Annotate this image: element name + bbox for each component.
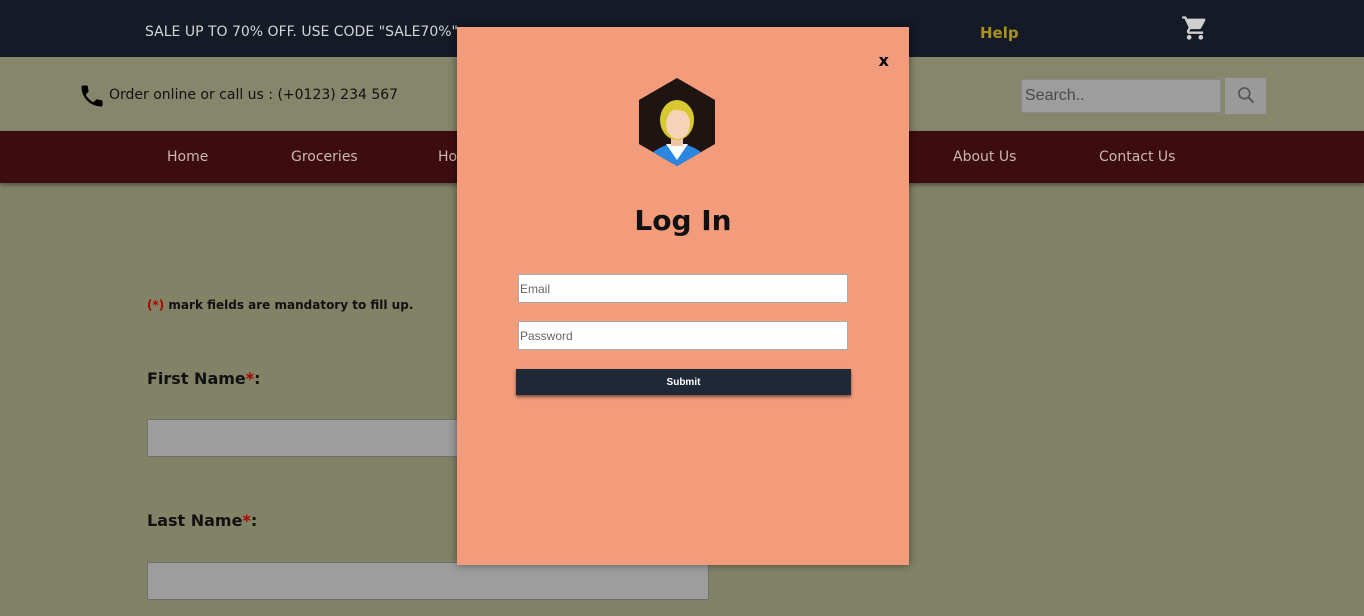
first-name-label-text: First Name [147, 369, 246, 388]
last-name-label-text: Last Name [147, 511, 243, 530]
sale-banner-text: SALE UP TO 70% OFF. USE CODE "SALE70%". [145, 24, 463, 40]
label-colon: : [250, 511, 258, 530]
phone-icon [78, 82, 106, 114]
nav-item-home[interactable]: Home [167, 149, 208, 165]
user-avatar-icon [636, 76, 718, 168]
first-name-label: First Name*: [147, 369, 261, 388]
mandatory-note: (*) mark fields are mandatory to fill up… [147, 298, 413, 312]
modal-title: Log In [634, 204, 732, 237]
required-mark: * [242, 511, 251, 530]
nav-item-about-us[interactable]: About Us [953, 149, 1016, 165]
login-modal: x Log In Submit [457, 27, 909, 565]
search-button[interactable] [1225, 78, 1266, 114]
mandatory-star: (*) [147, 298, 165, 312]
contact-text: Order online or call us : (+0123) 234 56… [109, 87, 399, 103]
required-mark: * [245, 369, 255, 388]
last-name-field[interactable] [147, 562, 709, 600]
last-name-label: Last Name*: [147, 511, 257, 530]
help-link[interactable]: Help [980, 24, 1019, 42]
email-field[interactable] [518, 274, 848, 303]
search-icon [1236, 86, 1256, 108]
nav-item-groceries[interactable]: Groceries [291, 149, 358, 165]
password-field[interactable] [518, 321, 848, 350]
label-colon: : [254, 369, 261, 388]
submit-button[interactable]: Submit [516, 369, 851, 395]
search-input[interactable] [1021, 79, 1221, 113]
nav-item-contact-us[interactable]: Contact Us [1099, 149, 1175, 165]
close-button[interactable]: x [879, 51, 889, 70]
mandatory-text: mark fields are mandatory to fill up. [164, 298, 414, 312]
cart-icon[interactable] [1181, 14, 1209, 42]
nav-item-ho[interactable]: Ho [438, 149, 457, 165]
